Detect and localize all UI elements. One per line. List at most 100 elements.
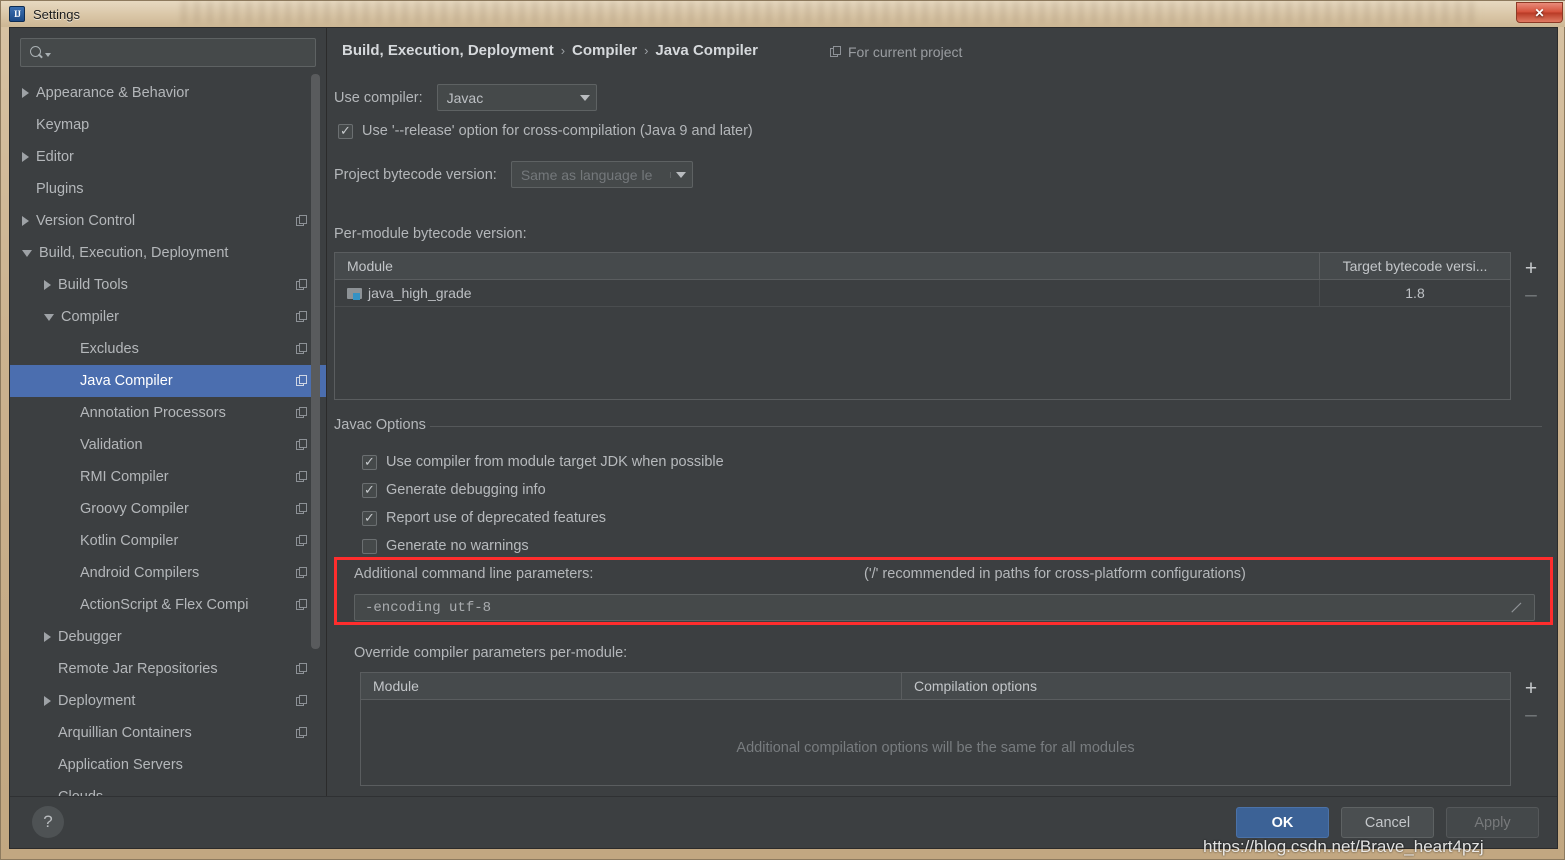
sidebar-item-compiler[interactable]: Compiler [10,301,326,333]
javac-option-label: Use compiler from module target JDK when… [386,454,724,470]
search-container [10,28,326,75]
sidebar-item-label: Version Control [36,213,136,229]
sidebar-item-label: Build, Execution, Deployment [39,245,229,261]
sidebar-item-plugins[interactable]: Plugins [10,173,326,205]
javac-option-row[interactable]: Report use of deprecated features [362,504,724,532]
sidebar-item-rmi-compiler[interactable]: RMI Compiler [10,461,326,493]
sidebar-item-version-control[interactable]: Version Control [10,205,326,237]
copy-badge-icon [296,567,308,579]
sidebar-item-label: Validation [80,437,143,453]
chevron-right-icon[interactable] [22,152,29,162]
sidebar-item-keymap[interactable]: Keymap [10,109,326,141]
copy-badge-icon [296,727,308,739]
sidebar-item-label: Debugger [58,629,122,645]
table-header: Module Compilation options [361,673,1510,700]
remove-module-button[interactable]: – [1518,281,1544,307]
sidebar-item-appearance-behavior[interactable]: Appearance & Behavior [10,77,326,109]
sidebar-item-debugger[interactable]: Debugger [10,621,326,653]
javac-option-checkbox[interactable] [362,454,377,470]
sidebar-item-label: ActionScript & Flex Compi [80,597,249,613]
settings-content: Build, Execution, Deployment › Compiler … [328,28,1557,798]
additional-params-hint: ('/' recommended in paths for cross-plat… [864,566,1246,582]
copy-badge-icon [296,215,308,227]
sidebar-item-label: Excludes [80,341,139,357]
copy-badge-icon [296,407,308,419]
chevron-down-icon[interactable] [44,313,54,321]
ok-button[interactable]: OK [1236,807,1329,838]
group-divider [430,426,1542,427]
sidebar-item-arquillian-containers[interactable]: Arquillian Containers [10,717,326,749]
javac-option-row[interactable]: Use compiler from module target JDK when… [362,448,724,476]
sidebar-item-build-execution-deployment[interactable]: Build, Execution, Deployment [10,237,326,269]
sidebar-item-label: Compiler [61,309,120,325]
search-box[interactable] [20,38,316,67]
for-current-project-text: For current project [848,44,963,60]
chevron-right-icon[interactable] [44,696,51,706]
javac-options-title: Javac Options [334,417,426,433]
expand-icon[interactable] [1509,600,1524,615]
add-override-button[interactable]: + [1518,675,1544,701]
sidebar-item-android-compilers[interactable]: Android Compilers [10,557,326,589]
sidebar-item-deployment[interactable]: Deployment [10,685,326,717]
cancel-button[interactable]: Cancel [1341,807,1434,838]
sidebar-item-java-compiler[interactable]: Java Compiler [10,365,326,397]
sidebar-item-editor[interactable]: Editor [10,141,326,173]
release-option-row[interactable]: Use '--release' option for cross-compila… [338,123,753,139]
javac-option-checkbox[interactable] [362,510,377,526]
chevron-down-icon[interactable] [22,249,32,257]
chevron-right-icon[interactable] [22,216,29,226]
release-option-checkbox[interactable] [338,123,353,139]
additional-params-input[interactable]: -encoding utf-8 [354,594,1535,621]
override-compiler-params-label: Override compiler parameters per-module: [354,645,628,661]
column-header-module[interactable]: Module [361,673,901,699]
sidebar-item-actionscript-flex-compi[interactable]: ActionScript & Flex Compi [10,589,326,621]
sidebar-item-application-servers[interactable]: Application Servers [10,749,326,781]
sidebar-item-annotation-processors[interactable]: Annotation Processors [10,397,326,429]
apply-button[interactable]: Apply [1446,807,1539,838]
column-header-compilation-options[interactable]: Compilation options [901,673,1510,699]
chevron-right-icon[interactable] [44,280,51,290]
add-module-button[interactable]: + [1518,255,1544,281]
javac-option-row[interactable]: Generate debugging info [362,476,724,504]
javac-option-label: Generate no warnings [386,538,529,554]
sidebar-item-label: Build Tools [58,277,128,293]
sidebar-item-build-tools[interactable]: Build Tools [10,269,326,301]
copy-badge-icon [296,503,308,515]
sidebar-item-label: Java Compiler [80,373,173,389]
javac-option-row[interactable]: Generate no warnings [362,532,724,560]
project-bytecode-dropdown[interactable]: Same as language le [510,161,693,188]
sidebar-item-remote-jar-repositories[interactable]: Remote Jar Repositories [10,653,326,685]
for-current-project-label: For current project [830,44,962,60]
cell-module: java_high_grade [335,280,1319,306]
table-header: Module Target bytecode versi... [335,253,1510,280]
chevron-right-icon[interactable] [22,88,29,98]
table-row[interactable]: java_high_grade 1.8 [335,280,1510,307]
chevron-right-icon[interactable] [44,632,51,642]
chevron-down-icon [574,95,596,101]
sidebar-scrollbar[interactable] [311,74,320,649]
use-compiler-row: Use compiler: Javac [334,84,597,111]
sidebar-item-excludes[interactable]: Excludes [10,333,326,365]
sidebar-item-groovy-compiler[interactable]: Groovy Compiler [10,493,326,525]
close-icon[interactable]: ✕ [1516,2,1563,23]
titlebar-blurred-background [181,1,1481,23]
cell-target-bytecode[interactable]: 1.8 [1319,280,1510,306]
javac-option-checkbox[interactable] [362,482,377,498]
remove-override-button[interactable]: – [1518,701,1544,727]
search-input[interactable] [51,44,307,61]
column-header-target-bytecode[interactable]: Target bytecode versi... [1319,253,1510,279]
javac-option-checkbox[interactable] [362,538,377,554]
sidebar-item-validation[interactable]: Validation [10,429,326,461]
help-button[interactable]: ? [32,806,64,838]
project-bytecode-label: Project bytecode version: [334,166,497,183]
use-compiler-dropdown[interactable]: Javac [436,84,597,111]
sidebar-item-label: Editor [36,149,74,165]
column-header-module[interactable]: Module [335,253,1319,279]
copy-badge-icon [296,471,308,483]
sidebar-item-kotlin-compiler[interactable]: Kotlin Compiler [10,525,326,557]
